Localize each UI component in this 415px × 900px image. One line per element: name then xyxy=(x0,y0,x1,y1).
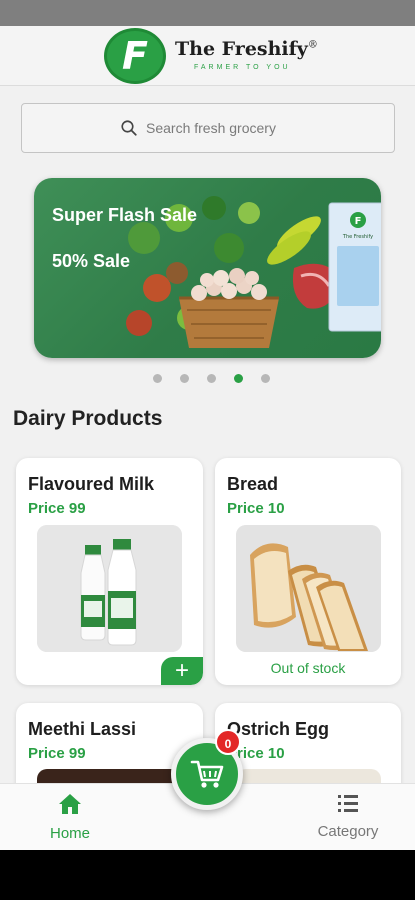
logo-icon: F xyxy=(104,28,166,84)
carousel-indicator[interactable] xyxy=(0,374,415,383)
status-bar xyxy=(0,0,415,26)
product-name: Meethi Lassi xyxy=(28,719,137,739)
product-name: Bread xyxy=(227,474,279,494)
banner-title: Super Flash Sale xyxy=(52,205,198,225)
out-of-stock-label: Out of stock xyxy=(270,660,346,676)
product-price: Price 99 xyxy=(28,500,86,517)
product-price: Price 10 xyxy=(227,500,285,517)
carousel-dot[interactable] xyxy=(153,374,162,383)
brand-tagline: FARMER TO YOU xyxy=(194,64,291,71)
nav-category[interactable]: Category xyxy=(308,792,388,840)
carousel-dot[interactable] xyxy=(180,374,189,383)
product-price: Price 99 xyxy=(28,745,86,762)
banner-subtitle: 50% Sale xyxy=(52,251,131,271)
search-bar[interactable] xyxy=(21,103,395,153)
promo-banner[interactable]: F The Freshify Super Flash Sale 50% Sale xyxy=(34,178,381,358)
carousel-dot[interactable] xyxy=(207,374,216,383)
list-icon xyxy=(338,795,358,812)
section-title: Dairy Products xyxy=(13,407,163,430)
add-to-cart-button[interactable]: + xyxy=(161,657,203,685)
product-name: Ostrich Egg xyxy=(227,719,330,739)
search-icon xyxy=(121,120,137,136)
product-card-flavoured-milk[interactable]: Flavoured Milk Price 99 + xyxy=(16,458,203,685)
nav-home[interactable]: Home xyxy=(40,792,100,842)
product-card-bread[interactable]: Bread Price 10 Out of stock xyxy=(215,458,401,685)
carousel-dot[interactable] xyxy=(261,374,270,383)
system-navigation-bar xyxy=(0,850,415,900)
search-input[interactable] xyxy=(146,120,296,136)
product-image xyxy=(37,525,182,652)
product-image xyxy=(236,525,381,652)
svg-text:F: F xyxy=(355,216,362,227)
nav-category-label: Category xyxy=(317,823,379,840)
carousel-dot-active[interactable] xyxy=(234,374,243,383)
home-icon xyxy=(59,794,81,814)
app-header: F The Freshify® FARMER TO YOU xyxy=(0,26,415,86)
svg-text:The Freshify: The Freshify xyxy=(342,234,373,240)
brand-name: The Freshify® xyxy=(175,38,318,60)
cart-count-badge: 0 xyxy=(215,729,241,755)
cart-icon xyxy=(190,760,224,788)
product-name: Flavoured Milk xyxy=(28,474,155,494)
nav-home-label: Home xyxy=(49,825,90,842)
